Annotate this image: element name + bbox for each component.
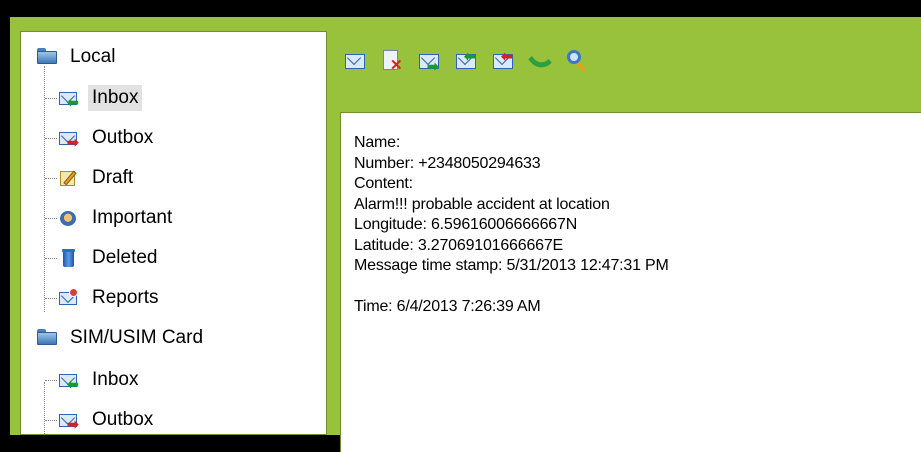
call-icon[interactable] [528, 48, 552, 74]
tree-connector [45, 218, 57, 219]
forward-icon[interactable]: ➡ [417, 49, 441, 73]
outbox-icon: ➡ [59, 129, 79, 149]
message-line: Message time stamp: 5/31/2013 12:47:31 P… [354, 257, 669, 274]
inbox-icon: ⬅ [59, 89, 79, 109]
tree-item-sim-inbox[interactable]: ⬅ Inbox [59, 365, 142, 395]
tree-item-label: Draft [92, 167, 134, 188]
folder-icon [37, 329, 57, 347]
message-line: Alarm!!! probable accident at location [354, 195, 610, 213]
message-line: Content: [354, 175, 413, 192]
tree-connector [44, 382, 45, 434]
tree-item-label: Outbox [92, 409, 154, 430]
message-line: Time: 6/4/2013 7:26:39 AM [354, 298, 541, 315]
trash-icon [59, 249, 79, 267]
tree-item-local-draft[interactable]: Draft [59, 163, 137, 193]
reports-icon [59, 288, 79, 307]
draft-icon [59, 169, 79, 187]
message-panel: Name: Number: +2348050294633 Content: Al… [340, 112, 921, 452]
tree-node-label: Local [70, 46, 116, 67]
tree-connector [44, 66, 45, 312]
delete-icon[interactable]: ✕ [380, 49, 404, 73]
tree-connector [45, 380, 57, 381]
folder-icon [37, 48, 57, 66]
tree-item-label: Inbox [92, 369, 139, 390]
tree-connector [45, 178, 57, 179]
tree-node-label: SIM/USIM Card [70, 327, 204, 348]
outbox-icon: ➡ [59, 411, 79, 431]
message-line: Longitude: 6.59616006666667N [354, 216, 578, 233]
reply-all-icon[interactable]: ⬅ [491, 49, 515, 73]
inbox-icon: ⬅ [59, 371, 79, 391]
message-line: Latitude: 3.27069101666667E [354, 236, 564, 254]
toolbar: ✕ ➡ ⬅ ⬅ [343, 41, 602, 81]
folder-tree: Local ⬅ Inbox ➡ Outbox Draft Important D… [20, 31, 327, 435]
message-line: Name: [354, 134, 401, 151]
tree-connector [45, 420, 57, 421]
tree-item-label: Outbox [92, 127, 154, 148]
message-body: Name: Number: +2348050294633 Content: Al… [354, 133, 669, 318]
tree-connector [45, 138, 57, 139]
tree-item-local-important[interactable]: Important [59, 203, 176, 233]
tree-node-local[interactable]: Local [37, 42, 119, 72]
tree-connector [45, 258, 57, 259]
tree-item-label: Inbox [88, 85, 143, 111]
tree-item-local-inbox[interactable]: ⬅ Inbox [59, 83, 143, 113]
tree-item-label: Reports [92, 287, 159, 308]
important-icon [59, 209, 79, 227]
tree-node-sim[interactable]: SIM/USIM Card [37, 323, 207, 353]
tree-connector [45, 98, 57, 99]
tree-item-local-reports[interactable]: Reports [59, 283, 163, 313]
message-line [354, 277, 669, 298]
search-icon[interactable] [565, 49, 589, 73]
app-frame: Local ⬅ Inbox ➡ Outbox Draft Important D… [10, 17, 921, 452]
message-line: Number: +2348050294633 [354, 154, 541, 172]
tree-item-local-deleted[interactable]: Deleted [59, 243, 162, 273]
tree-connector [45, 298, 57, 299]
tree-item-label: Deleted [92, 247, 158, 268]
reply-icon[interactable]: ⬅ [454, 49, 478, 73]
tree-item-sim-outbox[interactable]: ➡ Outbox [59, 405, 157, 434]
tree-item-local-outbox[interactable]: ➡ Outbox [59, 123, 157, 153]
tree-item-label: Important [92, 207, 173, 228]
new-message-icon[interactable] [343, 49, 367, 73]
